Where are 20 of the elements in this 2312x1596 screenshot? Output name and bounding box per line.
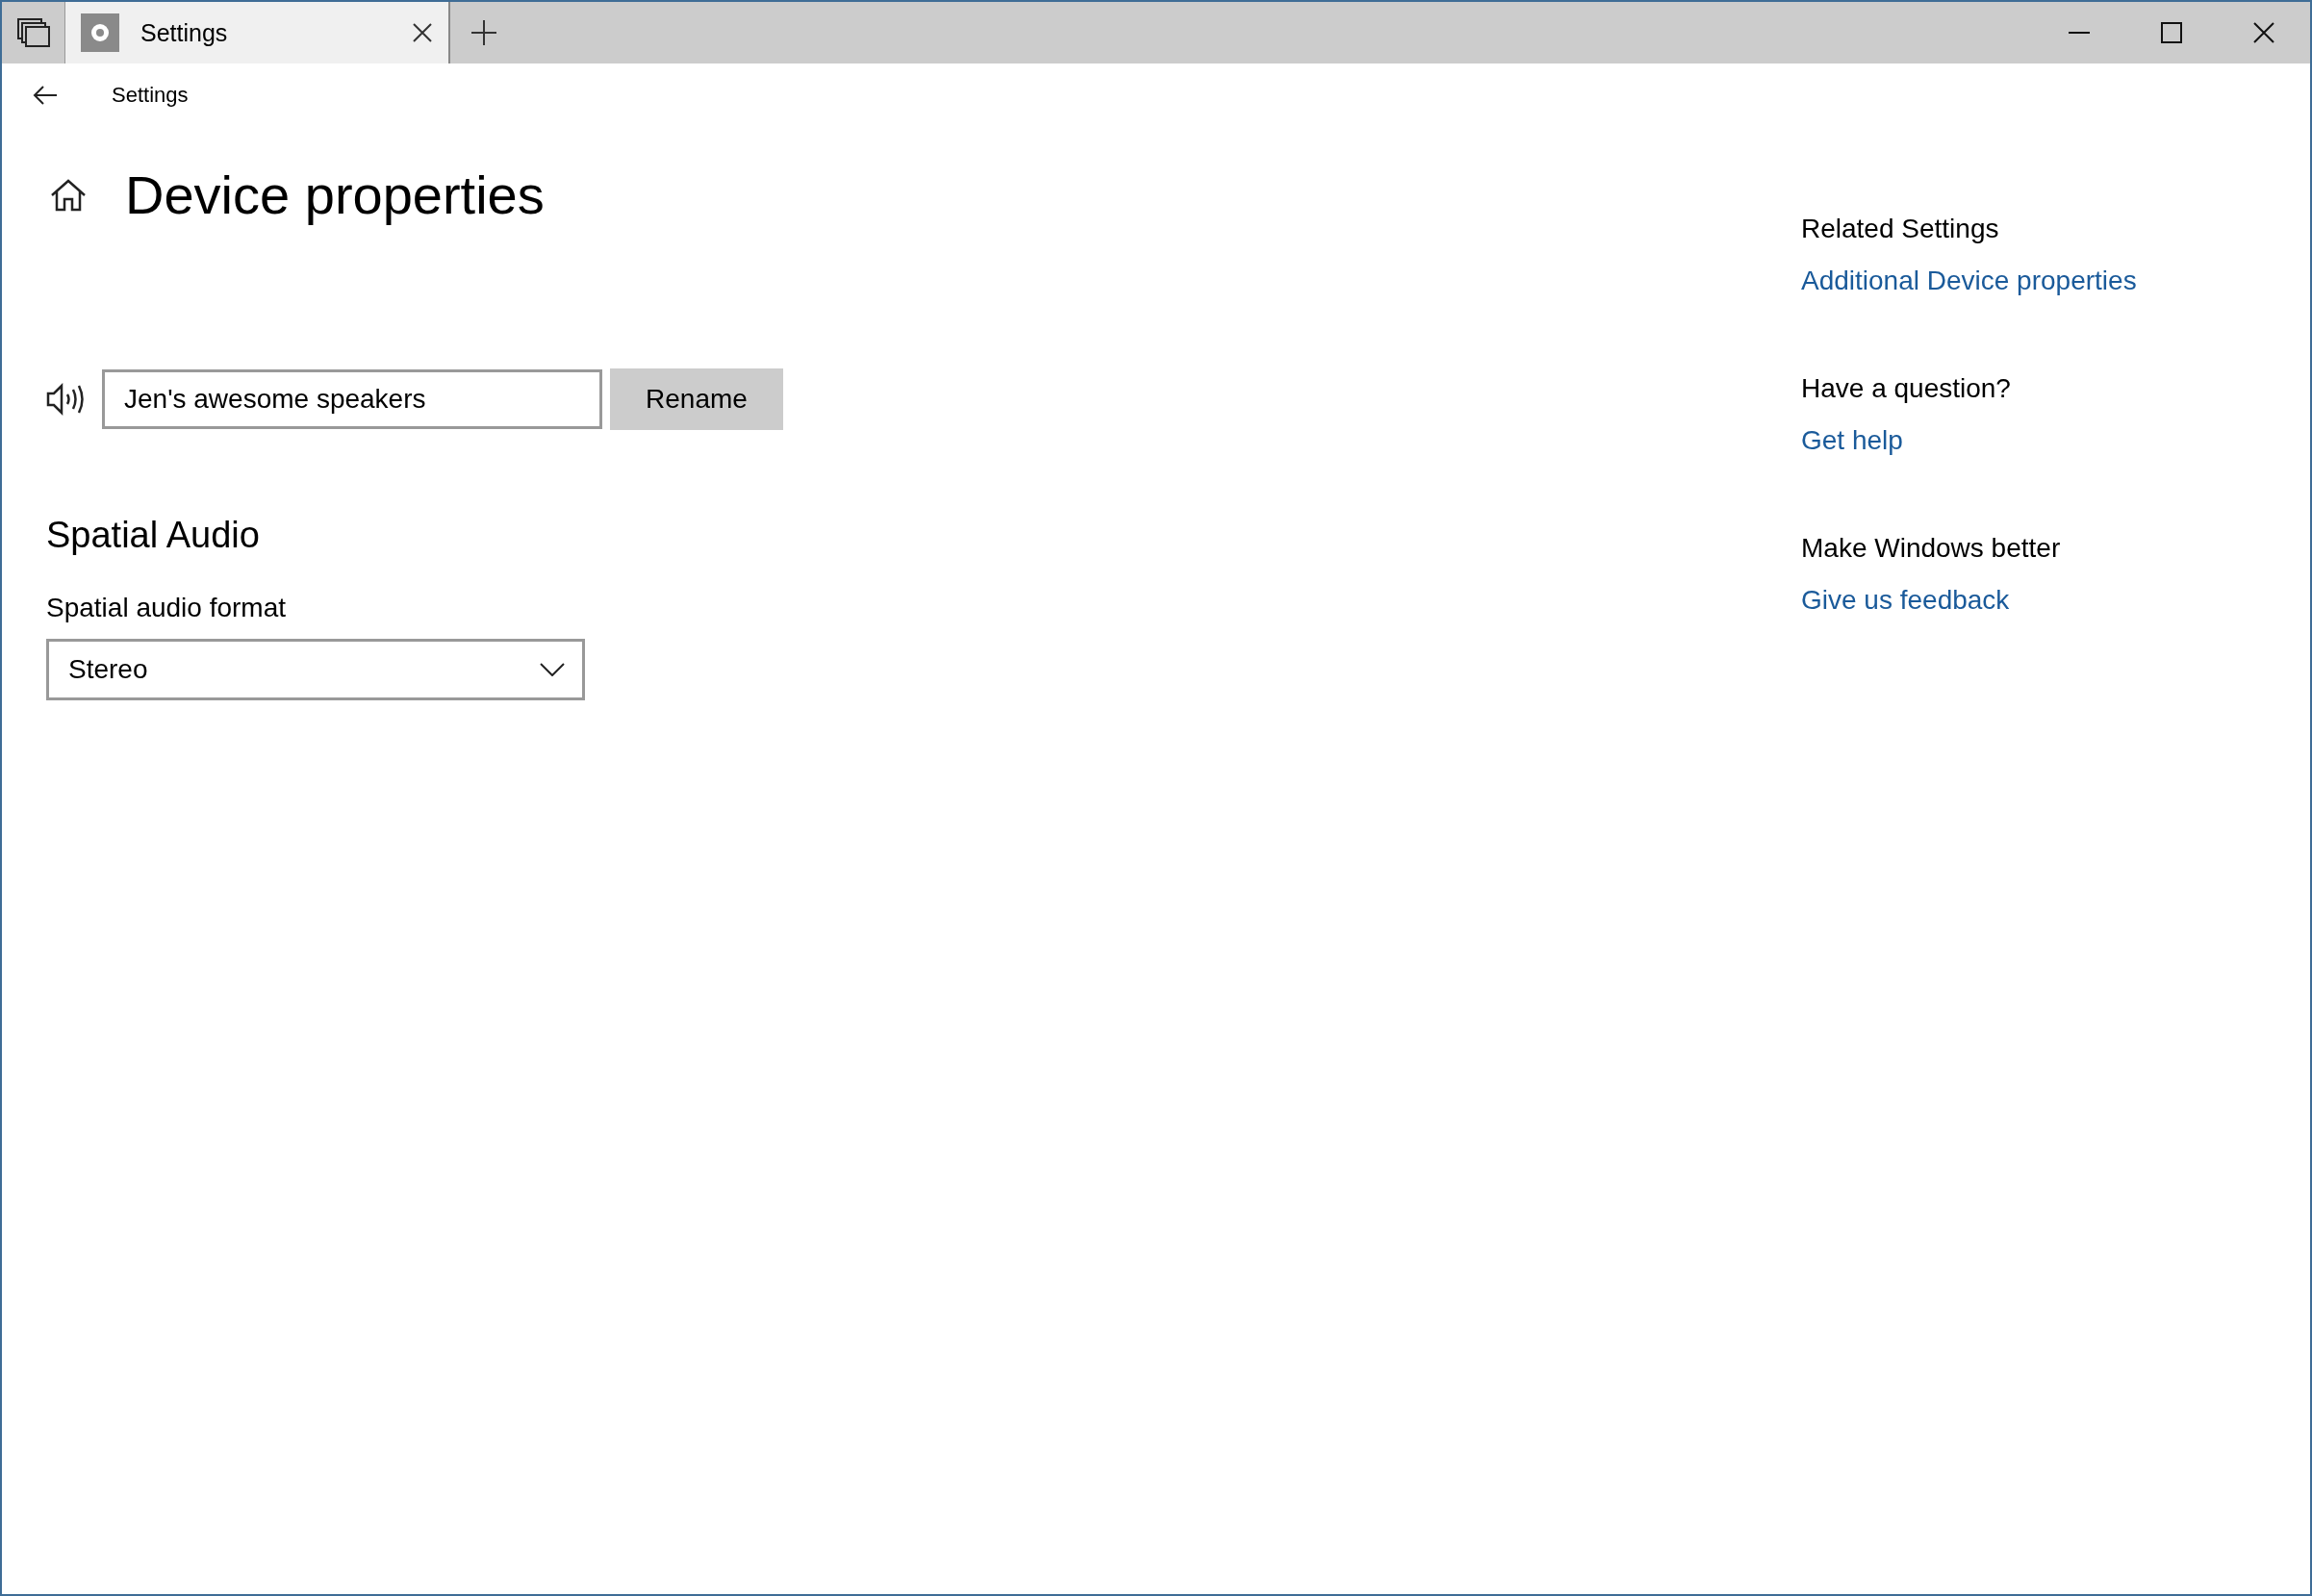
format-dropdown[interactable]: Stereo [46,639,585,700]
speaker-icon [46,383,87,416]
sidebar-heading: Make Windows better [1801,533,2061,564]
sidebar-heading: Have a question? [1801,373,2011,404]
field-label: Spatial audio format [46,593,288,623]
close-tab-icon[interactable] [412,22,433,43]
sidebar-link[interactable]: Give us feedback [1801,585,2010,616]
sidebar-link[interactable]: Get help [1801,425,1903,456]
app-title: Settings [112,83,189,108]
window-tab[interactable]: Settings [65,2,450,63]
sidebar-link[interactable]: Additional Device properties [1801,266,2137,296]
back-icon[interactable] [33,86,58,105]
device-name-field[interactable]: Jen's awesome speakers [102,369,602,429]
sidebar-heading: Related Settings [1801,214,1999,244]
rename-button[interactable]: Rename [610,368,783,430]
home-icon[interactable] [50,178,87,212]
tab-title: Settings [140,18,229,47]
page-title: Device properties [125,164,545,226]
section-heading: Spatial Audio [46,515,261,556]
chevron-down-icon [540,663,565,676]
